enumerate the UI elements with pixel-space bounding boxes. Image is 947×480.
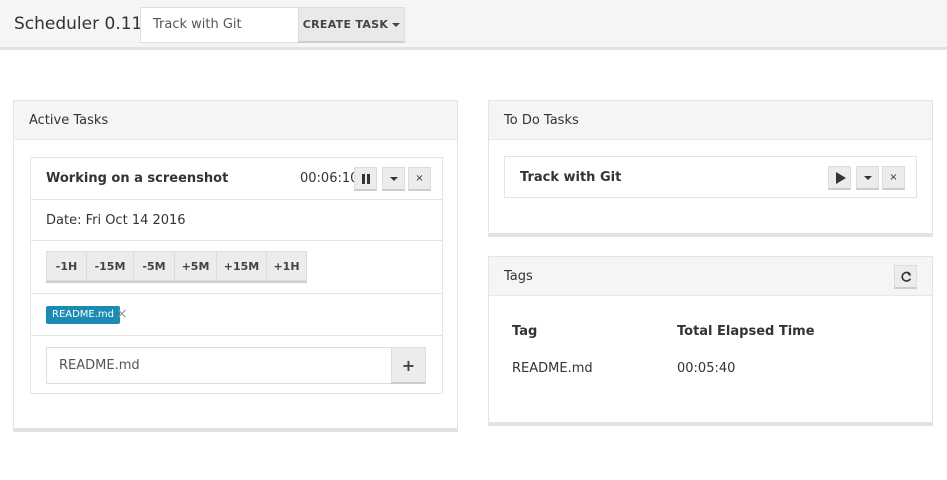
caret-down-icon bbox=[389, 176, 398, 181]
adjust-plus-1h-button[interactable]: +1H bbox=[266, 251, 307, 281]
add-tag-row: README.md + bbox=[31, 336, 442, 393]
elapsed-column-header: Total Elapsed Time bbox=[677, 324, 815, 339]
adjust-minus-15m-button[interactable]: -15M bbox=[86, 251, 133, 281]
close-task-button[interactable]: × bbox=[408, 167, 431, 191]
adjust-plus-5m-button[interactable]: +5M bbox=[174, 251, 216, 281]
new-task-input[interactable]: Track with Git bbox=[140, 7, 299, 43]
active-tasks-heading: Active Tasks bbox=[14, 101, 457, 140]
task-dropdown-button[interactable] bbox=[382, 167, 405, 191]
tags-panel: Tags Tag Total Elapsed Time README.md 00… bbox=[488, 256, 933, 426]
refresh-button[interactable] bbox=[894, 265, 917, 289]
close-todo-button[interactable]: × bbox=[882, 166, 905, 190]
add-tag-button[interactable]: + bbox=[391, 347, 426, 384]
tag-cell: README.md bbox=[512, 361, 593, 376]
task-title-row: Working on a screenshot 00:06:10 × bbox=[31, 158, 442, 200]
pause-icon bbox=[361, 173, 371, 184]
todo-task-name: Track with Git bbox=[520, 170, 622, 185]
todo-task-card: Track with Git × bbox=[504, 156, 917, 198]
time-adjust-row: -1H -15M -5M +5M +15M +1H bbox=[31, 241, 442, 294]
time-adjust-group: -1H -15M -5M +5M +15M +1H bbox=[46, 251, 307, 283]
start-task-button[interactable] bbox=[828, 166, 851, 190]
tag-input[interactable]: README.md bbox=[46, 347, 392, 384]
play-icon bbox=[835, 171, 846, 184]
adjust-minus-1h-button[interactable]: -1H bbox=[46, 251, 86, 281]
task-elapsed-time: 00:06:10 bbox=[300, 171, 359, 186]
tag-badge: README.md bbox=[46, 306, 121, 324]
create-task-button[interactable]: CREATE TASK bbox=[298, 7, 405, 43]
elapsed-cell: 00:05:40 bbox=[677, 361, 736, 376]
tags-heading: Tags bbox=[489, 257, 932, 296]
caret-down-icon bbox=[392, 23, 401, 27]
pause-button[interactable] bbox=[354, 167, 377, 191]
close-icon: × bbox=[889, 171, 898, 183]
adjust-plus-15m-button[interactable]: +15M bbox=[216, 251, 266, 281]
tag-column-header: Tag bbox=[512, 324, 538, 339]
app-title: Scheduler 0.11 bbox=[14, 14, 143, 34]
create-task-label: CREATE TASK bbox=[302, 18, 389, 31]
close-icon: × bbox=[415, 172, 424, 184]
adjust-minus-5m-button[interactable]: -5M bbox=[133, 251, 174, 281]
refresh-icon bbox=[900, 271, 911, 282]
task-date: Date: Fri Oct 14 2016 bbox=[31, 200, 442, 241]
todo-tasks-heading: To Do Tasks bbox=[489, 101, 932, 140]
task-tags-row: README.md × bbox=[31, 294, 442, 336]
todo-tasks-panel: To Do Tasks Track with Git × bbox=[488, 100, 933, 237]
active-task-card: Working on a screenshot 00:06:10 × Date:… bbox=[30, 157, 443, 394]
active-tasks-panel: Active Tasks Working on a screenshot 00:… bbox=[13, 100, 458, 432]
tags-title: Tags bbox=[504, 268, 533, 284]
remove-tag-icon[interactable]: × bbox=[116, 305, 128, 323]
top-navbar: Scheduler 0.11 Track with Git CREATE TAS… bbox=[0, 0, 947, 50]
caret-down-icon bbox=[863, 175, 872, 180]
todo-dropdown-button[interactable] bbox=[856, 166, 879, 190]
plus-icon: + bbox=[401, 355, 416, 375]
task-name: Working on a screenshot bbox=[46, 171, 229, 186]
